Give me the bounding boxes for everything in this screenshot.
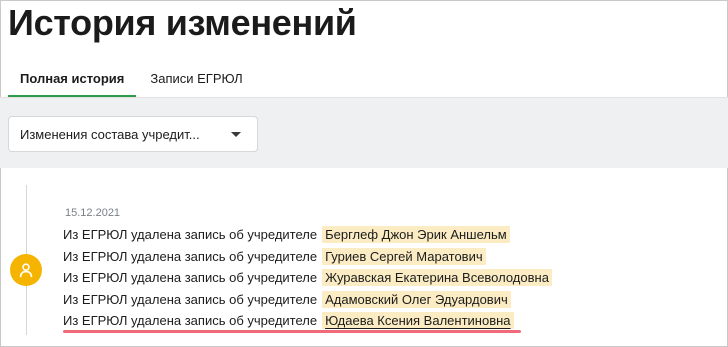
founder-name: Гуриев Сергей Маратович (322, 247, 486, 265)
tab-full-history[interactable]: Полная история (8, 58, 137, 98)
tab-egrul-records-label: Записи ЕГРЮЛ (150, 70, 243, 86)
founder-name: Журавская Екатерина Всеволодовна (322, 269, 552, 287)
timeline-entries: Из ЕГРЮЛ удалена запись об учредителе Бе… (63, 224, 552, 332)
timeline-entry: Из ЕГРЮЛ удалена запись об учредителе Ад… (63, 289, 552, 311)
entry-text: Из ЕГРЮЛ удалена запись об учредителе (63, 270, 318, 286)
change-type-select-value: Изменения состава учредит... (20, 126, 200, 142)
timeline-entry: Из ЕГРЮЛ удалена запись об учредителе Гу… (63, 246, 552, 268)
timeline-entry: Из ЕГРЮЛ удалена запись об учредителе Юд… (63, 310, 552, 332)
tab-full-history-label: Полная история (20, 70, 125, 86)
tab-bar: Полная история Записи ЕГРЮЛ (8, 58, 255, 98)
founder-name: Берглеф Джон Эрик Аншельм (322, 226, 510, 244)
founder-name: Юдаева Ксения Валентиновна (322, 312, 514, 330)
entry-text: Из ЕГРЮЛ удалена запись об учредителе (63, 291, 318, 307)
entry-text: Из ЕГРЮЛ удалена запись об учредителе (63, 227, 318, 243)
entry-text: Из ЕГРЮЛ удалена запись об учредителе (63, 313, 318, 329)
user-icon (10, 254, 42, 286)
annotation-underline (63, 330, 521, 333)
change-type-select[interactable]: Изменения состава учредит... (8, 116, 258, 152)
timeline-entry: Из ЕГРЮЛ удалена запись об учредителе Жу… (63, 267, 552, 289)
page-title: История изменений (8, 2, 357, 43)
user-icon-glyph (19, 263, 33, 278)
tab-egrul-records[interactable]: Записи ЕГРЮЛ (138, 58, 254, 98)
entry-text: Из ЕГРЮЛ удалена запись об учредителе (63, 248, 318, 264)
chevron-down-icon (231, 131, 241, 137)
timeline-entry: Из ЕГРЮЛ удалена запись об учредителе Бе… (63, 224, 552, 246)
founder-name: Адамовский Олег Эдуардович (322, 290, 511, 308)
event-date: 15.12.2021 (65, 207, 121, 219)
